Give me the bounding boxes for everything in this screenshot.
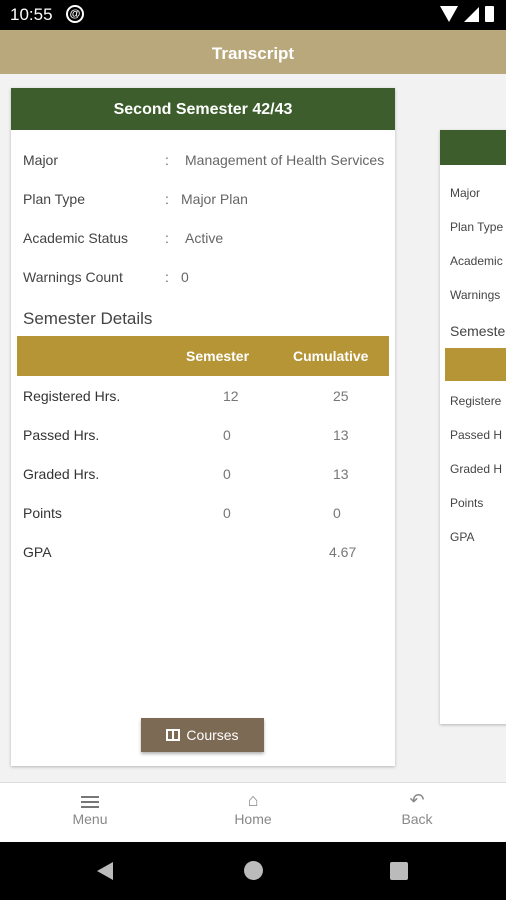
courses-button[interactable]: Courses — [141, 718, 264, 752]
row-label: Points — [23, 505, 62, 521]
row-label: Graded Hrs. — [23, 466, 100, 482]
card2-row-label: Passed H — [450, 428, 503, 442]
semester-title: Second Semester 42/43 — [113, 101, 293, 118]
table-row: Points 0 0 — [23, 505, 383, 525]
info-label: Warnings Count — [23, 269, 123, 285]
info-label: Academic Status — [23, 230, 129, 246]
info-label: Major — [23, 152, 59, 168]
book-icon — [166, 729, 181, 741]
system-back-icon[interactable] — [97, 862, 113, 880]
row-label: Registered Hrs. — [23, 388, 121, 404]
semester-value: 0 — [223, 427, 231, 443]
info-colon: : — [165, 152, 169, 168]
cumulative-value: 25 — [333, 388, 349, 404]
back-icon: ↶ — [409, 790, 425, 810]
status-icons — [440, 6, 494, 22]
bottom-nav: Menu ⌂ Home ↶ Back — [0, 782, 506, 842]
courses-button-label: Courses — [186, 727, 239, 743]
cumulative-value: 13 — [333, 427, 349, 443]
semester-card-header: Second Semester 42/43 — [11, 88, 395, 130]
wifi-icon — [440, 6, 458, 22]
card2-row-label: GPA — [450, 530, 475, 544]
menu-icon — [30, 783, 150, 811]
cumulative-value: 13 — [333, 466, 349, 482]
card2-section-title: Semeste — [450, 323, 506, 339]
nav-home-label: Home — [234, 811, 272, 827]
info-colon: : — [165, 230, 169, 246]
info-colon: : — [165, 191, 169, 207]
cumulative-column-header: Cumulative — [293, 348, 369, 364]
system-home-icon[interactable] — [244, 861, 263, 880]
card2-label: Warnings — [450, 288, 501, 302]
status-time: 10:55 — [10, 5, 53, 24]
semester-value: 0 — [223, 505, 231, 521]
semester-column-header: Semester — [186, 348, 250, 364]
table-header: Semester Cumulative — [17, 336, 389, 376]
cumulative-value: 0 — [333, 505, 341, 521]
info-label: Plan Type — [23, 191, 86, 207]
semester-details-title: Semester Details — [23, 309, 153, 328]
card2-row-label: Graded H — [450, 462, 503, 476]
card2-row-label: Registere — [450, 394, 502, 408]
info-value: Active — [185, 230, 224, 246]
system-nav-bar — [0, 842, 506, 900]
nav-menu-label: Menu — [72, 811, 108, 827]
status-bar: 10:55 @ — [0, 0, 506, 30]
info-value: Management of Health Services — [185, 152, 385, 168]
next-semester-card[interactable]: Major Plan Type Academic Warnings Semest… — [440, 130, 506, 724]
nav-back-label: Back — [401, 811, 433, 827]
home-icon: ⌂ — [247, 790, 259, 810]
info-value: 0 — [181, 269, 189, 285]
nav-home[interactable]: ⌂ Home — [193, 789, 313, 849]
semester-value: 0 — [223, 466, 231, 482]
info-value: Major Plan — [181, 191, 248, 207]
battery-icon — [485, 6, 494, 22]
card2-row-label: Points — [450, 496, 484, 510]
table-row: Registered Hrs. 12 25 — [23, 388, 383, 408]
system-recents-icon[interactable] — [390, 862, 408, 880]
card2-label: Academic — [450, 254, 503, 268]
nav-menu[interactable]: Menu — [30, 783, 150, 843]
next-semester-card-header — [440, 130, 506, 165]
app-bar: Transcript — [0, 30, 506, 74]
table-row: Graded Hrs. 0 13 — [23, 466, 383, 486]
card2-label: Plan Type — [450, 220, 504, 234]
row-label: GPA — [23, 544, 52, 560]
semester-value: 12 — [223, 388, 239, 404]
cumulative-value: 4.67 — [329, 544, 357, 560]
card2-table-header — [445, 348, 506, 381]
table-row: GPA 4.67 — [23, 544, 383, 564]
card2-label: Major — [450, 186, 481, 200]
notification-icon: @ — [66, 5, 84, 23]
semester-card: Second Semester 42/43 Major : Management… — [11, 88, 395, 766]
row-label: Passed Hrs. — [23, 427, 100, 443]
table-row: Passed Hrs. 0 13 — [23, 427, 383, 447]
info-colon: : — [165, 269, 169, 285]
page-title: Transcript — [211, 44, 295, 63]
signal-icon — [464, 6, 479, 22]
nav-back[interactable]: ↶ Back — [357, 789, 477, 849]
